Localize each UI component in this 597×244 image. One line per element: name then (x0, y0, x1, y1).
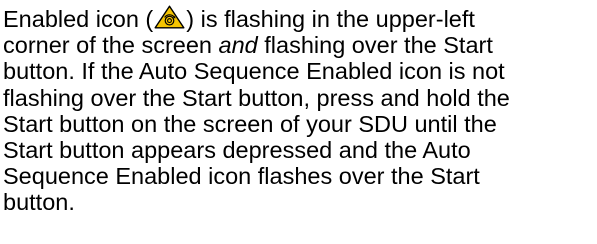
paragraph-line-2: corner of the screen and flashing over t… (3, 32, 595, 58)
line-2-text-start: corner of the screen (3, 32, 212, 59)
line-1-text-end: ) is flashing in the upper-left (186, 6, 475, 32)
paragraph-line-5: Start button on the screen of your SDU u… (3, 110, 497, 137)
line-2-text-end: flashing over the Start (264, 32, 493, 59)
emphasis-and: and (218, 32, 258, 59)
paragraph-line-8: button. (3, 189, 75, 216)
line-1-text-start: Enabled icon ( (3, 6, 154, 32)
instruction-paragraph: Enabled icon ( ) is flashing in the uppe… (3, 5, 595, 216)
paragraph-line-1: Enabled icon ( ) is flashing in the uppe… (3, 5, 595, 32)
paragraph-line-3: button. If the Auto Sequence Enabled ico… (3, 58, 505, 85)
auto-sequence-enabled-warning-icon (154, 5, 185, 29)
paragraph-line-6: Start button appears depressed and the A… (3, 137, 471, 164)
paragraph-line-4: flashing over the Start button, press an… (3, 84, 510, 111)
paragraph-line-7: Sequence Enabled icon flashes over the S… (3, 163, 480, 190)
